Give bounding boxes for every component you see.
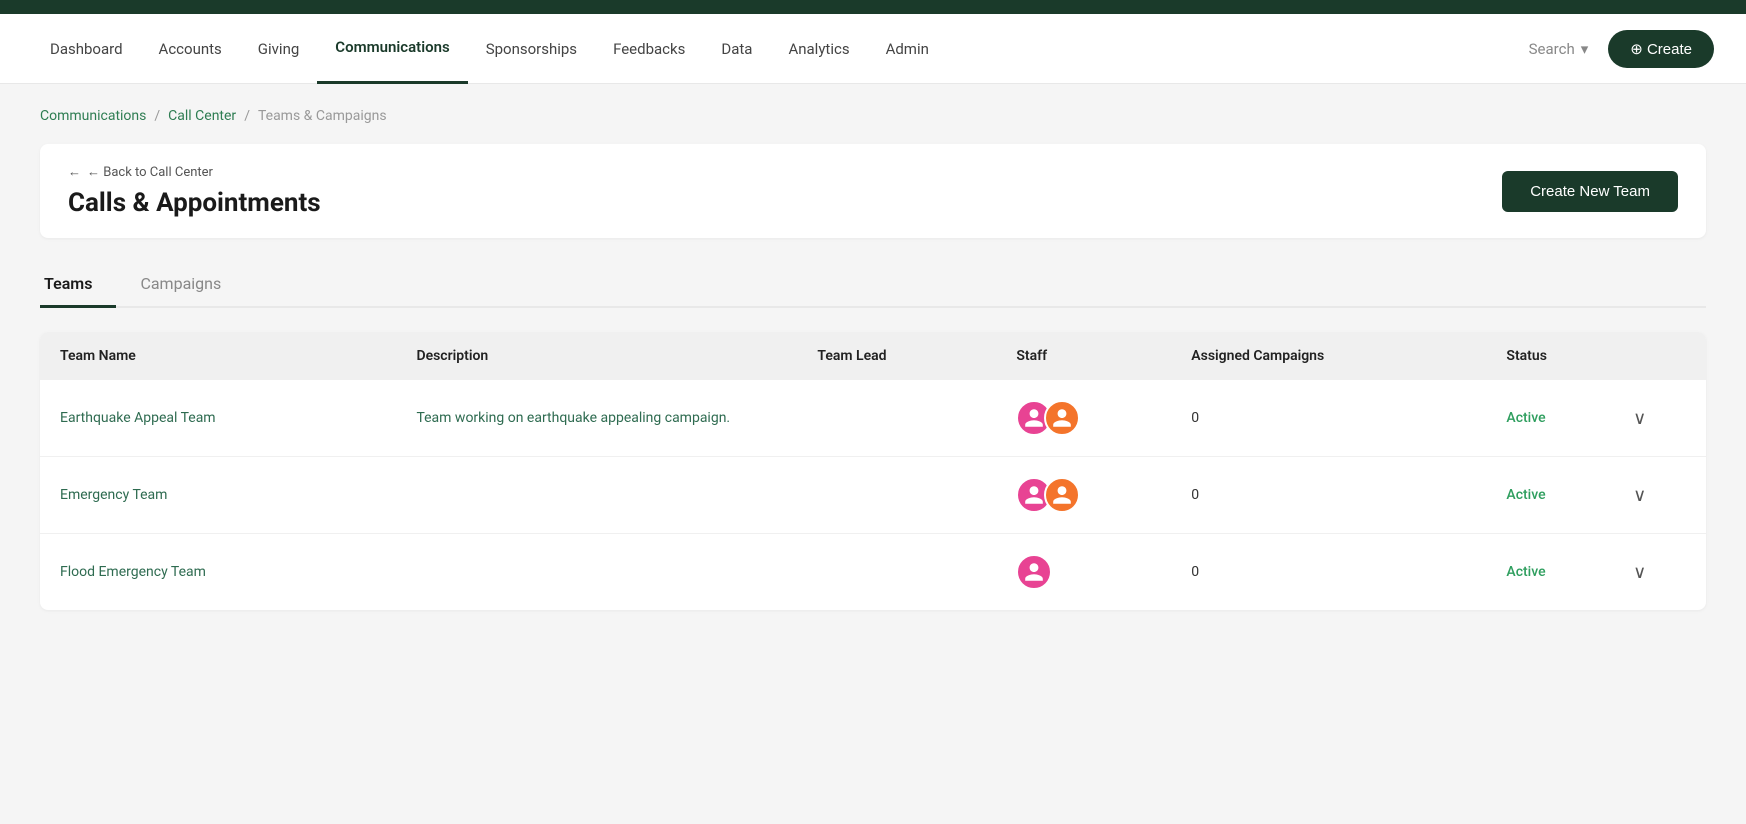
create-new-team-button[interactable]: Create New Team [1502,171,1678,212]
col-status: Status [1486,332,1633,380]
chevron-down-icon: ▾ [1581,40,1589,58]
status-earthquake: Active [1486,380,1633,457]
col-team-name: Team Name [40,332,396,380]
col-assigned-campaigns: Assigned Campaigns [1171,332,1486,380]
col-description: Description [396,332,797,380]
back-link-label: ← Back to Call Center [87,164,213,180]
search-label: Search [1529,40,1575,58]
nav-sponsorships[interactable]: Sponsorships [468,14,595,84]
staff-avatars [1016,400,1151,436]
assigned-campaigns-emergency: 0 [1171,457,1486,534]
table-header-row: Team Name Description Team Lead Staff As… [40,332,1706,380]
team-name-earthquake[interactable]: Earthquake Appeal Team [40,380,396,457]
back-arrow-icon: ← [68,164,81,180]
staff-emergency [996,457,1171,534]
table-row: Flood Emergency Team 0 Active ∨ [40,534,1706,611]
staff-avatars [1016,554,1151,590]
nav-dashboard[interactable]: Dashboard [32,14,141,84]
status-flood: Active [1486,534,1633,611]
create-button[interactable]: ⊕ Create [1608,30,1714,68]
assigned-campaigns-earthquake: 0 [1171,380,1486,457]
expand-row-flood[interactable]: ∨ [1633,534,1706,611]
staff-avatars [1016,477,1151,513]
breadcrumb-sep-1: / [154,108,160,124]
nav-communications[interactable]: Communications [317,14,467,84]
table-row: Emergency Team 0 [40,457,1706,534]
col-actions [1633,332,1706,380]
nav-admin[interactable]: Admin [868,14,947,84]
team-name-emergency[interactable]: Emergency Team [40,457,396,534]
breadcrumb-current: Teams & Campaigns [258,108,387,124]
col-staff: Staff [996,332,1171,380]
nav-data[interactable]: Data [703,14,770,84]
col-team-lead: Team Lead [797,332,996,380]
assigned-campaigns-flood: 0 [1171,534,1486,611]
staff-flood [996,534,1171,611]
expand-row-earthquake[interactable]: ∨ [1633,380,1706,457]
page-title: Calls & Appointments [68,188,321,218]
teams-table: Team Name Description Team Lead Staff As… [40,332,1706,610]
nav-accounts[interactable]: Accounts [141,14,240,84]
breadcrumb-sep-2: / [244,108,250,124]
table-row: Earthquake Appeal Team Team working on e… [40,380,1706,457]
nav-feedbacks[interactable]: Feedbacks [595,14,703,84]
team-description-emergency [396,457,797,534]
back-link[interactable]: ← ← Back to Call Center [68,164,321,180]
search-button[interactable]: Search ▾ [1529,40,1589,58]
staff-earthquake [996,380,1171,457]
team-description-earthquake: Team working on earthquake appealing cam… [396,380,797,457]
tab-campaigns[interactable]: Campaigns [136,262,245,308]
expand-row-emergency[interactable]: ∨ [1633,457,1706,534]
team-description-flood [396,534,797,611]
team-lead-flood [797,534,996,611]
breadcrumb-communications[interactable]: Communications [40,108,146,124]
avatar-pink-3 [1016,554,1052,590]
team-name-flood[interactable]: Flood Emergency Team [40,534,396,611]
avatar-orange-2 [1044,477,1080,513]
nav-analytics[interactable]: Analytics [770,14,867,84]
navbar: Dashboard Accounts Giving Communications… [0,14,1746,84]
tabs: Teams Campaigns [40,262,1706,308]
team-lead-earthquake [797,380,996,457]
breadcrumb-call-center[interactable]: Call Center [168,108,236,124]
main-content: Communications / Call Center / Teams & C… [0,84,1746,824]
breadcrumb: Communications / Call Center / Teams & C… [40,108,1706,124]
topbar [0,0,1746,14]
tab-teams[interactable]: Teams [40,262,116,308]
page-header-left: ← ← Back to Call Center Calls & Appointm… [68,164,321,218]
status-emergency: Active [1486,457,1633,534]
avatar-orange-1 [1044,400,1080,436]
nav-giving[interactable]: Giving [240,14,317,84]
team-lead-emergency [797,457,996,534]
page-header: ← ← Back to Call Center Calls & Appointm… [40,144,1706,238]
